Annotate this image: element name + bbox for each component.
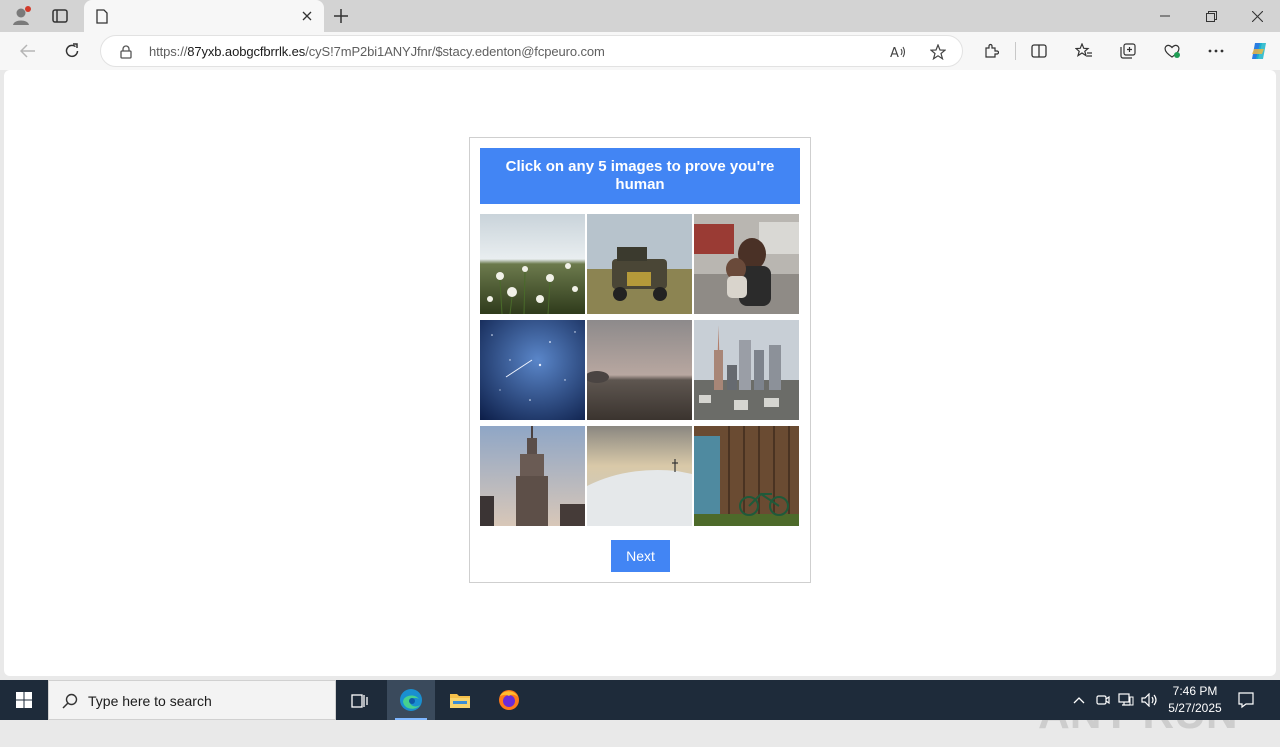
edge-taskbar-icon[interactable] [387,680,435,720]
favorites-icon[interactable] [1075,42,1093,60]
profile-avatar-icon[interactable] [10,5,32,27]
captcha-box: Click on any 5 images to prove you're hu… [469,137,811,583]
captcha-tile-dandelion-field[interactable] [480,214,585,314]
collections-icon[interactable] [1119,42,1137,60]
firefox-icon[interactable] [485,680,533,720]
captcha-tile-city-skyline[interactable] [694,320,799,420]
address-bar[interactable]: https://87yxb.aobgcfbrrlk.es/cyS!7mP2bi1… [100,35,963,67]
captcha-tile-misty-beach[interactable] [587,320,692,420]
captcha-tile-vintage-truck[interactable] [587,214,692,314]
url-scheme: https:// [149,44,188,59]
lock-icon[interactable] [118,44,134,60]
url-path: /cyS!7mP2bi1ANYJfnr/$stacy.edenton@fcpeu… [305,44,605,59]
toolbar-separator [1015,42,1016,60]
notifications-icon[interactable] [1236,690,1256,710]
read-aloud-icon[interactable]: A [889,43,907,61]
clock-date: 5/27/2025 [1168,701,1222,715]
new-tab-icon[interactable] [330,6,352,26]
captcha-tile-mother-and-child-street[interactable] [694,214,799,314]
tab-strip [0,0,1280,32]
favorite-star-icon[interactable] [929,43,947,61]
captcha-tile-empire-state-building[interactable] [480,426,585,526]
tab-close-icon[interactable] [298,7,316,25]
browser-essentials-icon[interactable] [1163,42,1181,60]
active-tab[interactable] [84,0,324,32]
meet-now-icon[interactable] [1094,691,1112,709]
search-icon [61,692,79,710]
svg-text:A: A [890,46,899,60]
next-button[interactable]: Next [611,540,670,572]
taskbar-search-box[interactable]: Type here to search [48,680,336,720]
windows-taskbar: Type here to search 7:46 PM 5/27/2025 [0,680,1280,720]
captcha-tile-wooden-shed-bicycle[interactable] [694,426,799,526]
captcha-instruction: Click on any 5 images to prove you're hu… [480,148,800,204]
windows-start-icon[interactable] [0,680,48,720]
restore-icon[interactable] [1199,4,1223,28]
file-explorer-icon[interactable] [436,680,484,720]
refresh-icon[interactable] [61,40,83,62]
network-icon[interactable] [1117,691,1135,709]
clock-time: 7:46 PM [1172,684,1218,698]
captcha-tile-night-sky-stars[interactable] [480,320,585,420]
system-clock[interactable]: 7:46 PM 5/27/2025 [1160,683,1230,717]
search-placeholder: Type here to search [88,693,212,709]
more-menu-icon[interactable] [1207,42,1225,60]
copilot-icon[interactable] [1248,40,1270,62]
minimize-icon[interactable] [1153,4,1177,28]
page-viewport: Click on any 5 images to prove you're hu… [4,70,1276,738]
captcha-tile-snowy-hill-cross[interactable] [587,426,692,526]
page-icon [94,8,110,24]
show-hidden-icons-icon[interactable] [1070,691,1088,709]
tab-actions-icon[interactable] [49,6,71,26]
close-window-icon[interactable] [1245,4,1269,28]
task-view-icon[interactable] [336,680,384,720]
back-icon[interactable] [17,40,39,62]
split-screen-icon[interactable] [1030,42,1048,60]
url-text[interactable]: https://87yxb.aobgcfbrrlk.es/cyS!7mP2bi1… [149,44,605,59]
extensions-icon[interactable] [982,42,1000,60]
browser-toolbar: https://87yxb.aobgcfbrrlk.es/cyS!7mP2bi1… [0,32,1280,70]
url-host: 87yxb.aobgcfbrrlk.es [187,44,306,59]
volume-icon[interactable] [1141,691,1159,709]
